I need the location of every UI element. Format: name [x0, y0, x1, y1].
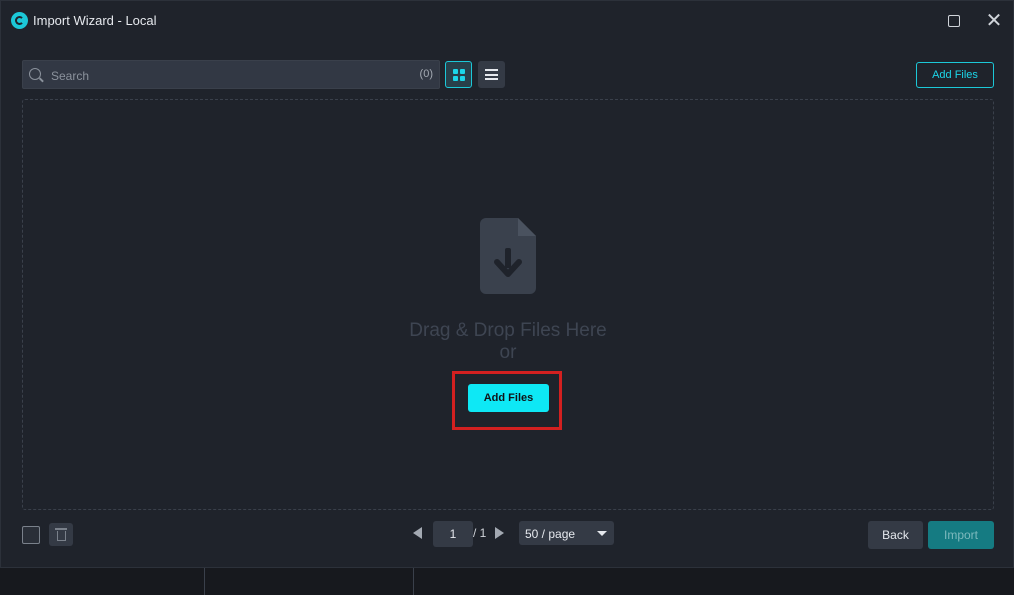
add-files-button-top[interactable]: Add Files — [916, 62, 994, 88]
search-box: (0) — [22, 60, 440, 89]
import-wizard-window: Import Wizard - Local ✕ (0) Add Files Dr… — [0, 0, 1014, 568]
page-total: / 1 — [473, 526, 487, 540]
page-number-input[interactable] — [433, 521, 473, 547]
select-all-checkbox[interactable] — [22, 526, 40, 544]
drop-or-text: or — [499, 342, 517, 363]
taskbar-divider — [204, 568, 205, 595]
close-button[interactable]: ✕ — [982, 9, 1006, 33]
next-page-icon[interactable] — [495, 527, 504, 539]
page-size-select[interactable]: 50 / page — [519, 521, 614, 545]
back-button[interactable]: Back — [868, 521, 923, 549]
drop-instruction: Drag & Drop Files Here — [409, 320, 607, 341]
taskbar-divider — [413, 568, 414, 595]
app-logo-icon — [11, 12, 28, 29]
taskbar — [0, 568, 1014, 595]
file-drop-zone[interactable] — [22, 99, 994, 510]
grid-view-icon — [452, 68, 465, 81]
window-title: Import Wizard - Local — [33, 13, 157, 28]
import-button[interactable]: Import — [928, 521, 994, 549]
page-size-value: 50 / page — [525, 527, 576, 541]
search-icon — [29, 68, 41, 80]
list-view-icon — [485, 69, 498, 80]
chevron-down-icon — [597, 531, 607, 536]
grid-view-button[interactable] — [445, 61, 472, 88]
title-bar: Import Wizard - Local ✕ — [1, 1, 1014, 41]
delete-button[interactable] — [49, 523, 73, 546]
search-result-count: (0) — [419, 68, 433, 80]
prev-page-icon[interactable] — [413, 527, 422, 539]
add-files-button[interactable]: Add Files — [468, 384, 549, 412]
maximize-button[interactable] — [942, 9, 966, 33]
search-input[interactable] — [49, 66, 413, 86]
close-icon: ✕ — [985, 10, 1003, 32]
file-download-icon — [480, 218, 536, 294]
list-view-button[interactable] — [478, 61, 505, 88]
trash-icon — [54, 528, 67, 541]
maximize-icon — [948, 15, 960, 27]
